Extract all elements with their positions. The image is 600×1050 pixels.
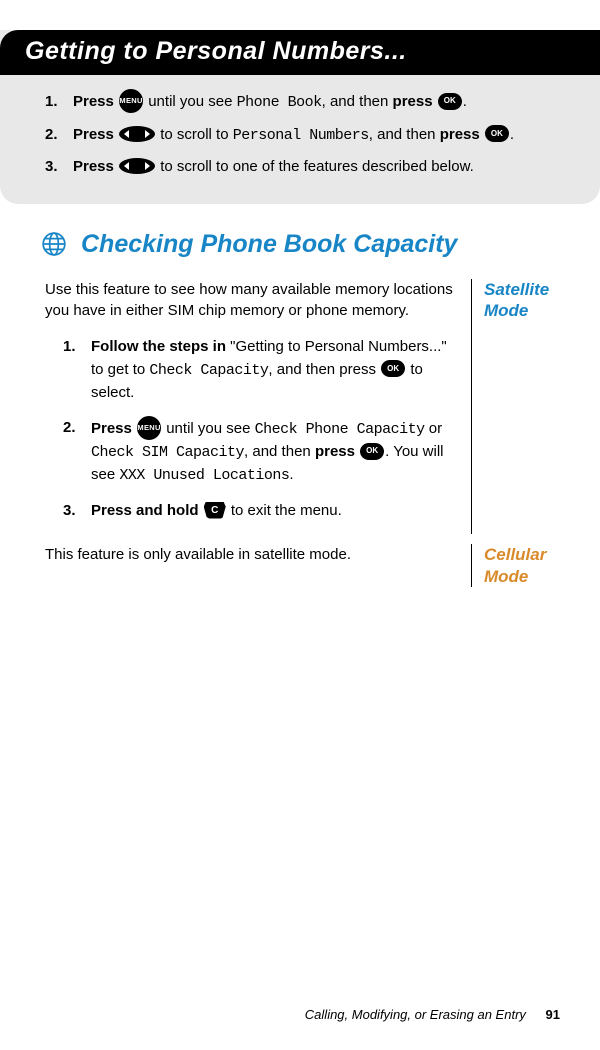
page-title-bar: Getting to Personal Numbers...	[0, 30, 600, 75]
satellite-mode-label: Satellite Mode	[484, 279, 560, 322]
content-column: Use this feature to see how many availab…	[45, 279, 472, 535]
bold-text: Press	[73, 93, 118, 110]
text: to exit the menu.	[227, 502, 342, 519]
ok-key-icon: OK	[485, 125, 509, 142]
page-title: Getting to Personal Numbers...	[25, 37, 560, 66]
page-footer: Calling, Modifying, or Erasing an Entry …	[305, 1007, 560, 1022]
ok-key-icon: OK	[360, 443, 384, 460]
bold-text: press	[440, 126, 484, 143]
text: , and then press	[268, 361, 380, 378]
screen-text: Check Phone Capacity	[255, 420, 425, 437]
nav-key-icon	[119, 126, 155, 142]
nav-key-icon	[119, 158, 155, 174]
step-number: 3.	[45, 154, 58, 180]
sub-step-1: 1. Follow the steps in "Getting to Perso…	[91, 336, 453, 405]
text: until you see	[144, 93, 237, 110]
text: .	[510, 126, 514, 143]
screen-text: Check Capacity	[149, 362, 268, 379]
mode-column: Satellite Mode	[472, 279, 560, 535]
menu-key-icon: MENU	[119, 89, 143, 113]
text: or	[425, 419, 443, 436]
footer-chapter: Calling, Modifying, or Erasing an Entry	[305, 1007, 526, 1022]
section-title: Checking Phone Book Capacity	[41, 230, 560, 259]
ok-key-icon: OK	[438, 93, 462, 110]
step-number: 3.	[63, 500, 76, 523]
note-text: This feature is only available in satell…	[45, 544, 453, 566]
content-column: This feature is only available in satell…	[45, 544, 472, 587]
section-heading: Checking Phone Book Capacity	[81, 230, 457, 259]
text: .	[463, 93, 467, 110]
ok-key-icon: OK	[381, 360, 405, 377]
text: , and then	[244, 443, 315, 460]
sub-step-2: 2. Press MENU until you see Check Phone …	[91, 417, 453, 488]
text: .	[289, 466, 293, 483]
mode-column: Cellular Mode	[472, 544, 560, 587]
page-number: 91	[546, 1007, 560, 1022]
bold-text: Follow the steps in	[91, 338, 226, 355]
step-number: 1.	[63, 336, 76, 359]
bold-text: Press	[91, 419, 136, 436]
step-number: 2.	[45, 122, 58, 148]
bold-text: Press and hold	[91, 502, 203, 519]
text: , and then	[322, 93, 393, 110]
bold-text: Press	[73, 158, 118, 175]
globe-icon	[41, 231, 67, 257]
step-3: 3. Press to scroll to one of the feature…	[73, 154, 560, 180]
sub-step-3: 3. Press and hold C to exit the menu.	[91, 500, 453, 523]
screen-text: Phone Book	[237, 94, 322, 111]
text: to scroll to	[156, 126, 233, 143]
getting-to-steps: 1. Press MENU until you see Phone Book, …	[45, 89, 560, 180]
header-block: Getting to Personal Numbers... 1. Press …	[0, 30, 600, 204]
bold-text: press	[315, 443, 359, 460]
text: to scroll to one of the features describ…	[156, 158, 474, 175]
c-key-icon: C	[204, 502, 226, 519]
text: , and then	[369, 126, 440, 143]
step-number: 2.	[63, 417, 76, 440]
step-2: 2. Press to scroll to Personal Numbers, …	[73, 122, 560, 149]
step-1: 1. Press MENU until you see Phone Book, …	[73, 89, 560, 116]
screen-text: XXX Unused Locations	[119, 467, 289, 484]
sub-steps: 1. Follow the steps in "Getting to Perso…	[45, 336, 453, 522]
step-number: 1.	[45, 89, 58, 115]
cellular-mode-label: Cellular Mode	[484, 544, 560, 587]
intro-text: Use this feature to see how many availab…	[45, 279, 453, 323]
menu-key-icon: MENU	[137, 416, 161, 440]
screen-text: Personal Numbers	[233, 127, 369, 144]
bold-text: press	[393, 93, 437, 110]
bold-text: Press	[73, 126, 118, 143]
text: until you see	[162, 419, 255, 436]
screen-text: Check SIM Capacity	[91, 444, 244, 461]
cellular-section: This feature is only available in satell…	[45, 544, 560, 587]
satellite-section: Use this feature to see how many availab…	[45, 279, 560, 535]
